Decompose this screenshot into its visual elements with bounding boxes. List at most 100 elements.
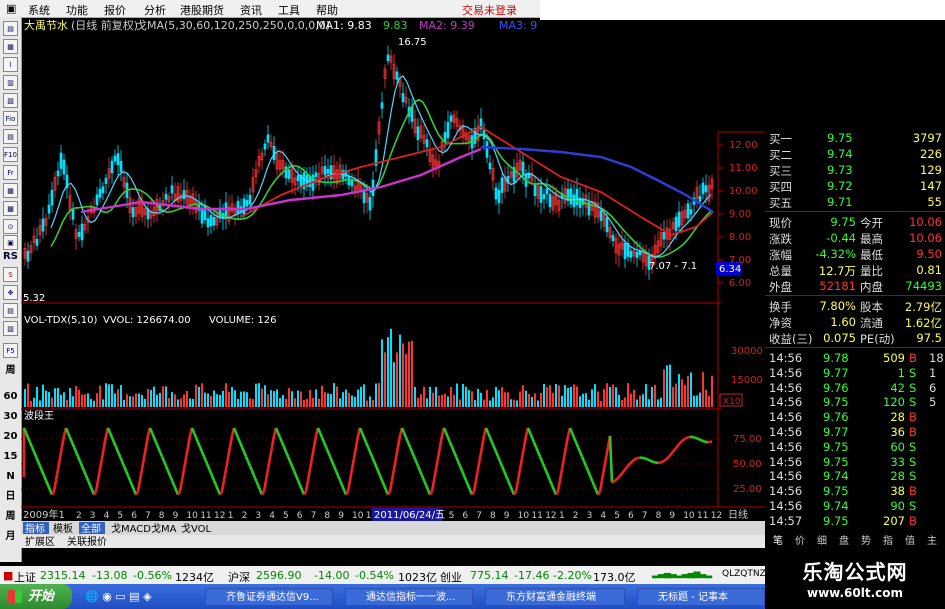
menu-item-info[interactable]: 资讯	[240, 2, 262, 18]
sh-label: 上证	[14, 571, 36, 584]
period-week-button[interactable]: 周	[3, 363, 18, 378]
tick-row[interactable]: 14:56 9.77 36 B	[765, 424, 945, 439]
quote-tab[interactable]: 价	[791, 532, 809, 547]
quote-tab[interactable]: 笔	[769, 532, 787, 547]
quote-tab[interactable]: 势	[857, 532, 875, 547]
toolbar-button[interactable]: ▣	[3, 235, 18, 250]
tick-row[interactable]: 14:56 9.74 90 S	[765, 498, 945, 513]
tick-row[interactable]: 14:56 9.75 120 S 5	[765, 394, 945, 409]
period-60-button[interactable]: 60	[3, 389, 18, 404]
period-20-button[interactable]: 20	[3, 429, 18, 444]
candle-body	[689, 209, 693, 215]
menu-item-hk-futures[interactable]: 港股期货	[180, 2, 224, 18]
task-indicator[interactable]: 通达信指标一一波...	[345, 588, 473, 606]
chart-icon[interactable]: ⌇	[3, 57, 18, 72]
tab-all[interactable]: 全部	[81, 522, 101, 535]
quote-tab[interactable]: 盘	[835, 532, 853, 547]
x-tick-label: 9	[173, 511, 179, 521]
tick-row[interactable]: 14:56 9.75 33 S	[765, 454, 945, 469]
toolbar-button[interactable]: ▤	[3, 303, 18, 318]
toolbar-button[interactable]: ▦	[3, 183, 18, 198]
tab-template[interactable]: 模板	[53, 522, 73, 535]
menu-item-help[interactable]: 帮助	[316, 2, 338, 18]
toolbar-button[interactable]: ▥	[3, 75, 18, 90]
index-ticker[interactable]: ■ 上证 2315.14 -13.08 -0.56% 1234亿 沪深 2596…	[0, 566, 766, 584]
toolbar-button[interactable]: ▤	[3, 129, 18, 144]
volume-bar	[552, 392, 554, 407]
stat-label: PE(动)	[860, 332, 895, 346]
volume-bar	[111, 384, 113, 407]
osc-segment	[74, 451, 80, 458]
quote-tab[interactable]: 主	[923, 532, 941, 547]
stock-name: 大禹节水	[24, 18, 68, 32]
bid-row[interactable]: 买五 9.71 55	[765, 194, 945, 210]
tab-extension[interactable]: 扩展区	[25, 535, 55, 548]
quote-tab[interactable]: 值	[901, 532, 919, 547]
bid-row[interactable]: 买二 9.74 226	[765, 146, 945, 162]
menu-item-analysis[interactable]: 分析	[144, 2, 166, 18]
volume-bar	[531, 397, 533, 407]
task-tdx[interactable]: 齐鲁证券通达信V9...	[205, 588, 333, 606]
volume-bar	[108, 384, 110, 407]
period-30-button[interactable]: 30	[3, 409, 18, 424]
search-icon[interactable]: ⊙	[3, 219, 18, 234]
tick-row[interactable]: 14:56 9.78 509 B 18	[765, 350, 945, 365]
quick-launch-icons[interactable]: 🌐 ◉ ▭ ▤ ◈	[85, 590, 152, 603]
toolbar-button[interactable]: ▦	[3, 39, 18, 54]
menu-item-system[interactable]: 系统	[28, 2, 50, 18]
app-icon[interactable]: ▣	[6, 2, 16, 15]
tick-row[interactable]: 14:56 9.77 1 S 1	[765, 365, 945, 380]
flag-icon[interactable]: S	[3, 267, 18, 282]
osc-segment	[703, 440, 707, 444]
toolbar-button[interactable]: ▧	[3, 321, 18, 336]
tab-related-quote[interactable]: 关联报价	[67, 535, 107, 548]
period-day-button[interactable]: 日	[3, 489, 18, 504]
move-icon[interactable]: ✥	[3, 285, 18, 300]
tab-indicator[interactable]: 指标	[25, 522, 45, 535]
period-week-button-2[interactable]: 周	[3, 509, 18, 524]
tab-macd[interactable]: 戈MACD	[111, 522, 151, 535]
task-notepad[interactable]: 无标题 - 记事本	[637, 588, 765, 606]
volume-bar	[273, 391, 275, 407]
candle-body	[263, 143, 267, 150]
tick-row[interactable]: 14:57 9.75 207 B	[765, 513, 945, 528]
period-month-button[interactable]: 月	[3, 529, 18, 544]
volume-bar	[165, 386, 167, 407]
period-n-button[interactable]: N	[3, 469, 18, 484]
period-15-button[interactable]: 15	[3, 449, 18, 464]
tick-volume: 509	[883, 351, 905, 365]
toolbar-button[interactable]: Fr	[3, 165, 18, 180]
toolbar-button[interactable]: ▩	[3, 201, 18, 216]
f5-button[interactable]: F5	[3, 343, 18, 358]
bid-row[interactable]: 买四 9.72 147	[765, 178, 945, 194]
menu-item-tools[interactable]: 工具	[278, 2, 300, 18]
toolbar-button[interactable]: Fio	[3, 111, 18, 126]
menu-item-quote[interactable]: 报价	[104, 2, 126, 18]
tick-row[interactable]: 14:56 9.74 28 S	[765, 468, 945, 483]
volume-bar	[393, 362, 395, 407]
bid-row[interactable]: 买三 9.73 129	[765, 162, 945, 178]
toolbar-button[interactable]: ▤	[3, 21, 18, 36]
trade-login-status[interactable]: 交易未登录	[462, 2, 517, 18]
tick-row[interactable]: 14:56 9.75 60 S	[765, 439, 945, 454]
quote-tab[interactable]: 细	[813, 532, 831, 547]
volume-bar	[276, 389, 278, 407]
tick-extra: 18	[929, 351, 944, 365]
osc-segment	[496, 456, 502, 462]
volume-bar	[24, 389, 26, 407]
tick-row[interactable]: 14:56 9.75 38 B	[765, 483, 945, 498]
toolbar-button[interactable]: F10	[3, 147, 18, 162]
rsi-button[interactable]: RSI	[3, 249, 18, 264]
menu-item-function[interactable]: 功能	[66, 2, 88, 18]
kline-chart[interactable]: 大禹节水 (日线 前复权) 戈MA(5,30,60,120,250,250,0,…	[21, 17, 765, 548]
tick-row[interactable]: 14:56 9.76 42 S 6	[765, 380, 945, 395]
tab-vol[interactable]: 戈VOL	[181, 522, 212, 535]
tick-price: 9.76	[823, 410, 849, 425]
tick-row[interactable]: 14:56 9.76 28 B	[765, 409, 945, 425]
bid-row[interactable]: 买一 9.75 3797	[765, 130, 945, 146]
stat-label: 流通	[860, 316, 883, 330]
task-eastmoney[interactable]: 东方财富通金融终端	[485, 588, 625, 606]
toolbar-button[interactable]: ▧	[3, 93, 18, 108]
tab-ma[interactable]: 戈MA	[151, 522, 177, 535]
quote-tab[interactable]: 指	[879, 532, 897, 547]
